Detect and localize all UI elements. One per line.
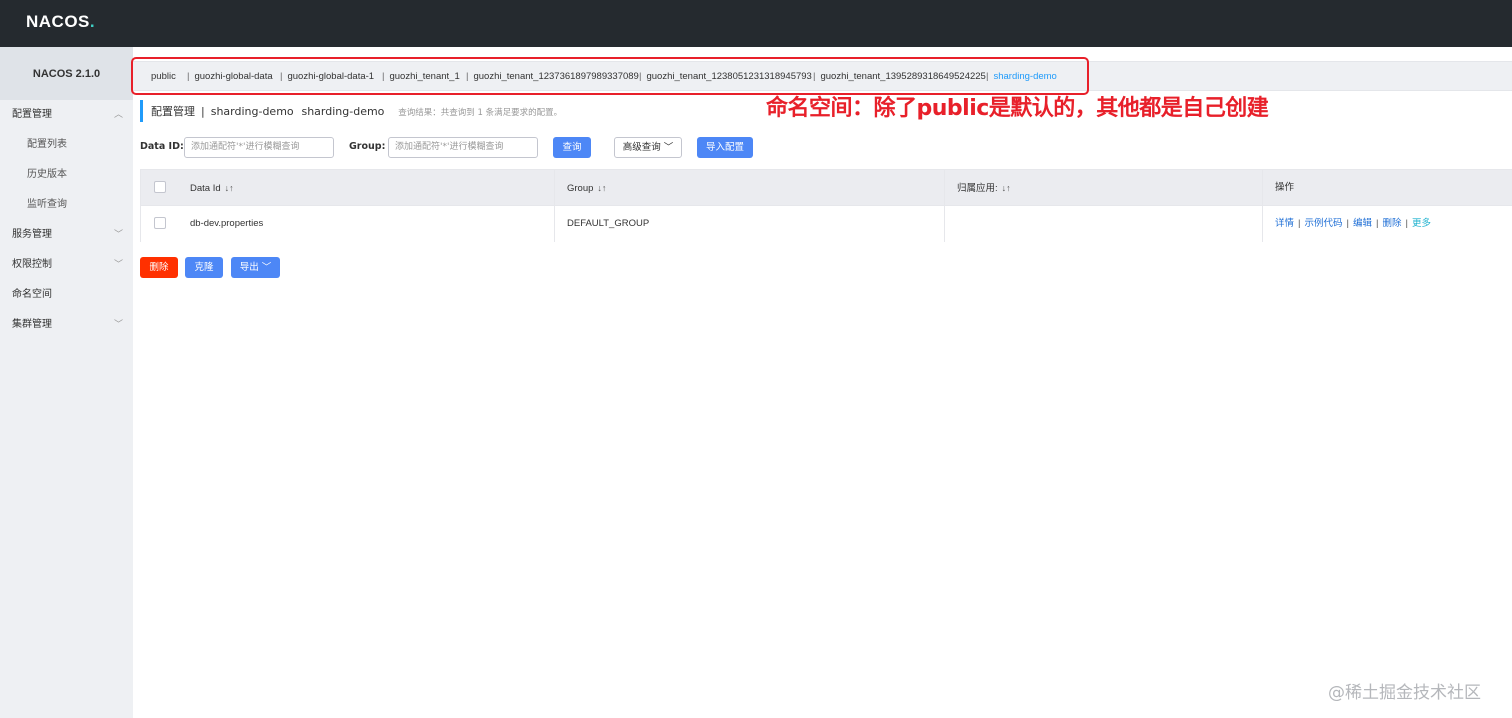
sidebar-item-service-management[interactable]: 服务管理 ﹀ [0,220,133,250]
namespace-id: sharding-demo [301,105,385,118]
config-table: Data Id ↓↑ Group ↓↑ 归属应用: ↓↑ 操作 db-dev.prop… [140,169,1512,242]
clone-button[interactable]: 克隆 [185,257,223,278]
breadcrumb: 配置管理 | sharding-demo sharding-demo 查询结果：共查… [140,100,562,122]
bulk-delete-button[interactable]: 删除 [140,257,178,278]
group-input[interactable]: 添加通配符'*'进行模糊查询 [388,137,538,158]
sort-icon[interactable]: ↓↑ [597,183,606,193]
nacos-logo[interactable]: NACOS. [26,12,95,32]
sidebar-item-cluster-management[interactable]: 集群管理 ﹀ [0,310,133,340]
more-link[interactable]: 更多 [1412,218,1431,229]
chevron-down-icon: ﹀ [113,320,123,330]
sidebar-item-namespace[interactable]: 命名空间 [0,280,133,310]
sidebar-item-config-list[interactable]: 配置列表 [0,130,133,160]
data-id-input[interactable]: 添加通配符'*'进行模糊查询 [184,137,334,158]
column-header-app[interactable]: 归属应用: ↓↑ [944,170,1262,206]
table-header: Data Id ↓↑ Group ↓↑ 归属应用: ↓↑ 操作 [141,170,1512,206]
column-header-group[interactable]: Group ↓↑ [554,170,944,206]
select-all-checkbox[interactable] [154,181,166,193]
chevron-down-icon: ﹀ [113,260,123,270]
sidebar-title: NACOS 2.1.0 [0,47,133,100]
column-header-actions: 操作 [1262,170,1512,206]
chevron-down-icon: ﹀ [663,142,674,153]
row-checkbox[interactable] [154,217,166,229]
import-config-button[interactable]: 导入配置 [697,137,753,158]
group-label: Group: [349,141,386,152]
page-title: 配置管理 [151,105,195,118]
cell-app [944,206,1262,242]
delete-link[interactable]: 删除 [1382,218,1401,229]
data-id-label: Data ID: [140,141,184,152]
cell-group: DEFAULT_GROUP [554,206,944,242]
column-header-data-id[interactable]: Data Id ↓↑ [178,170,554,206]
query-result-hint: 查询结果：共查询到 1 条满足要求的配置。 [398,108,563,118]
chevron-down-icon: ﹀ [113,230,123,240]
sort-icon[interactable]: ↓↑ [1002,183,1011,193]
table-row: db-dev.properties DEFAULT_GROUP 详情 | 示例代码 |… [141,206,1512,242]
top-bar: NACOS. [0,0,1512,47]
annotation-text: 命名空间：除了public是默认的，其他都是自己创建 [766,96,1269,121]
sidebar-item-listener-query[interactable]: 监听查询 [0,190,133,220]
namespace-name: sharding-demo [210,105,294,118]
sidebar-item-config-management[interactable]: 配置管理 ︿ [0,100,133,130]
chevron-down-icon: ﹀ [261,262,272,273]
query-button[interactable]: 查询 [553,137,591,158]
detail-link[interactable]: 详情 [1275,218,1294,229]
sidebar-item-access-control[interactable]: 权限控制 ﹀ [0,250,133,280]
sample-code-link[interactable]: 示例代码 [1304,218,1342,229]
cell-actions: 详情 | 示例代码 | 编辑 | 删除 | 更多 [1262,206,1512,242]
sidebar: NACOS 2.1.0 配置管理 ︿ 配置列表 历史版本 监听查询 服务管理 ﹀… [0,47,133,718]
sidebar-item-history[interactable]: 历史版本 [0,160,133,190]
watermark: @稀土掘金技术社区 [1328,683,1481,703]
cell-data-id: db-dev.properties [190,218,264,229]
advanced-query-button[interactable]: 高级查询 ﹀ [614,137,682,158]
chevron-up-icon: ︿ [113,110,123,120]
export-button[interactable]: 导出 ﹀ [231,257,280,278]
edit-link[interactable]: 编辑 [1353,218,1372,229]
sort-icon[interactable]: ↓↑ [225,183,234,193]
